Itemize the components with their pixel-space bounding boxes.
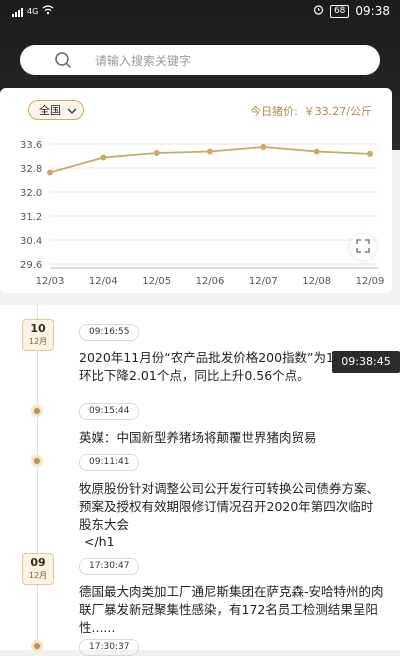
date-day: 10 — [30, 322, 46, 335]
news-time: 09:16:55 — [79, 324, 140, 341]
data-point — [47, 169, 53, 176]
x-tick-label: 12/09 — [356, 276, 385, 287]
y-tick-label: 30.4 — [20, 236, 42, 247]
price-line-chart: 33.6 32.8 32.0 31.2 30.4 29.6 12/03 12/04 12/05 1… — [20, 140, 385, 287]
date-month: 12月 — [28, 571, 48, 580]
news-item[interactable]: 英媒：中国新型养猪场将颠覆世界猪肉贸易 — [79, 429, 384, 447]
data-point — [207, 148, 213, 155]
network-label: 4G — [27, 7, 39, 16]
status-bar: 4G 68 09:38 — [0, 0, 400, 24]
timeline-dot — [31, 455, 43, 467]
signal-icon — [12, 7, 23, 17]
x-tick-label: 12/05 — [142, 276, 171, 287]
data-point — [313, 148, 320, 155]
battery-icon: 68 — [329, 4, 350, 18]
data-point — [260, 144, 267, 150]
date-badge: 10 12月 — [22, 319, 54, 351]
date-badge: 09 12月 — [22, 553, 54, 585]
price-chart-card: 全国 今日猪价: ￥33.27/公斤 33.6 32.8 32.0 31.2 30.4 29… — [0, 88, 392, 293]
timeline-dot — [31, 640, 43, 652]
search-bar[interactable]: 请输入搜索关键字 — [20, 45, 380, 75]
news-time: 09:15:44 — [79, 403, 140, 420]
date-day: 09 — [30, 556, 46, 569]
news-extra-text: </h1 — [84, 534, 115, 549]
x-tick-label: 12/03 — [36, 276, 65, 287]
data-point — [153, 150, 160, 156]
news-time: 09:11:41 — [79, 454, 140, 471]
floating-time-badge: 09:38:45 — [332, 351, 400, 373]
y-tick-label: 33.6 — [20, 140, 42, 151]
clock: 09:38 — [355, 4, 390, 18]
y-tick-label: 32.8 — [20, 164, 42, 175]
wifi-icon — [42, 5, 54, 18]
x-tick-label: 12/06 — [196, 276, 225, 287]
search-icon — [54, 51, 72, 73]
y-tick-label: 32.0 — [20, 188, 42, 199]
y-tick-label: 31.2 — [20, 212, 42, 223]
news-time: 17:30:47 — [79, 558, 140, 575]
x-tick-label: 12/08 — [302, 276, 331, 287]
timeline-line — [37, 305, 38, 650]
x-tick-label: 12/04 — [89, 276, 118, 287]
search-input[interactable]: 请输入搜索关键字 — [95, 52, 191, 69]
timeline-dot — [31, 405, 43, 417]
date-month: 12月 — [28, 337, 48, 346]
fullscreen-button[interactable] — [350, 234, 376, 260]
data-point — [367, 150, 373, 157]
y-tick-label: 29.6 — [20, 260, 42, 271]
expand-icon — [356, 238, 370, 257]
x-tick-label: 12/07 — [249, 276, 278, 287]
news-item[interactable]: 牧原股份针对调整公司公开发行可转换公司债券方案、预案及授权有效期限修订情况召开2… — [79, 480, 384, 534]
data-point — [100, 154, 107, 161]
alarm-icon — [313, 4, 324, 18]
news-timeline: 10 12月 09:16:55 2020年11月份“农产品批发价格200指数”为… — [0, 305, 400, 656]
news-item[interactable]: 德国最大肉类加工厂通尼斯集团在萨克森-安哈特州的肉联厂暴发新冠聚集性感染，有17… — [79, 583, 384, 637]
news-time: 17:30:37 — [79, 639, 140, 656]
